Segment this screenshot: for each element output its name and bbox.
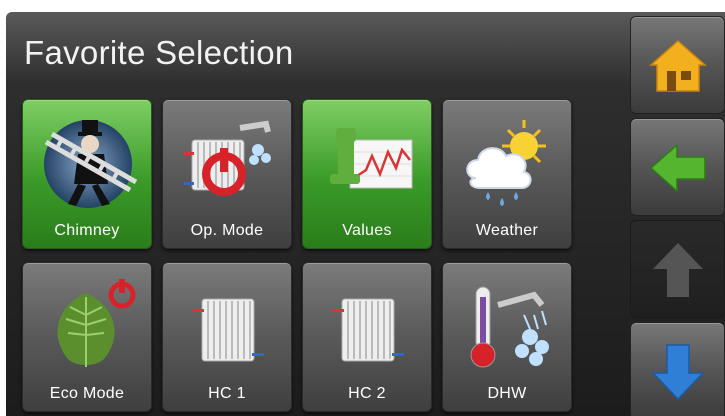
tile-dhw[interactable]: DHW bbox=[442, 262, 572, 412]
scroll-up-button[interactable] bbox=[630, 220, 725, 318]
tile-hc2[interactable]: HC 2 bbox=[302, 262, 432, 412]
down-arrow-icon bbox=[651, 344, 705, 401]
tile-label: Weather bbox=[475, 222, 539, 239]
tile-label: Chimney bbox=[54, 222, 120, 239]
home-button[interactable] bbox=[630, 16, 725, 114]
operating-mode-icon bbox=[184, 120, 271, 196]
tile-op-mode[interactable]: Op. Mode bbox=[162, 99, 292, 249]
tile-hc1[interactable]: HC 1 bbox=[162, 262, 292, 412]
tile-label: HC 2 bbox=[348, 385, 386, 402]
up-arrow-icon bbox=[653, 243, 703, 297]
screen: Favorite Selection Chimney Op. Mode Valu… bbox=[6, 12, 725, 416]
radiator-icon bbox=[192, 298, 264, 362]
tile-label: Eco Mode bbox=[49, 385, 125, 402]
page-title: Favorite Selection bbox=[24, 34, 294, 71]
tile-label: DHW bbox=[487, 385, 527, 402]
chimney-sweep-icon bbox=[44, 120, 138, 208]
weather-icon bbox=[466, 120, 546, 206]
back-arrow-icon bbox=[649, 143, 706, 193]
back-button[interactable] bbox=[630, 118, 725, 216]
tile-values[interactable]: Values bbox=[302, 99, 432, 249]
eco-leaf-icon bbox=[57, 279, 136, 367]
scroll-down-button[interactable] bbox=[630, 322, 725, 416]
radiator-icon bbox=[332, 298, 404, 362]
values-chart-icon bbox=[330, 128, 413, 189]
home-icon bbox=[649, 39, 707, 92]
tile-label: Op. Mode bbox=[190, 222, 264, 239]
tile-eco-mode[interactable]: Eco Mode bbox=[22, 262, 152, 412]
hot-water-icon bbox=[470, 286, 549, 368]
tile-weather[interactable]: Weather bbox=[442, 99, 572, 249]
tile-label: HC 1 bbox=[208, 385, 246, 402]
tile-label: Values bbox=[342, 222, 392, 239]
tile-chimney[interactable]: Chimney bbox=[22, 99, 152, 249]
